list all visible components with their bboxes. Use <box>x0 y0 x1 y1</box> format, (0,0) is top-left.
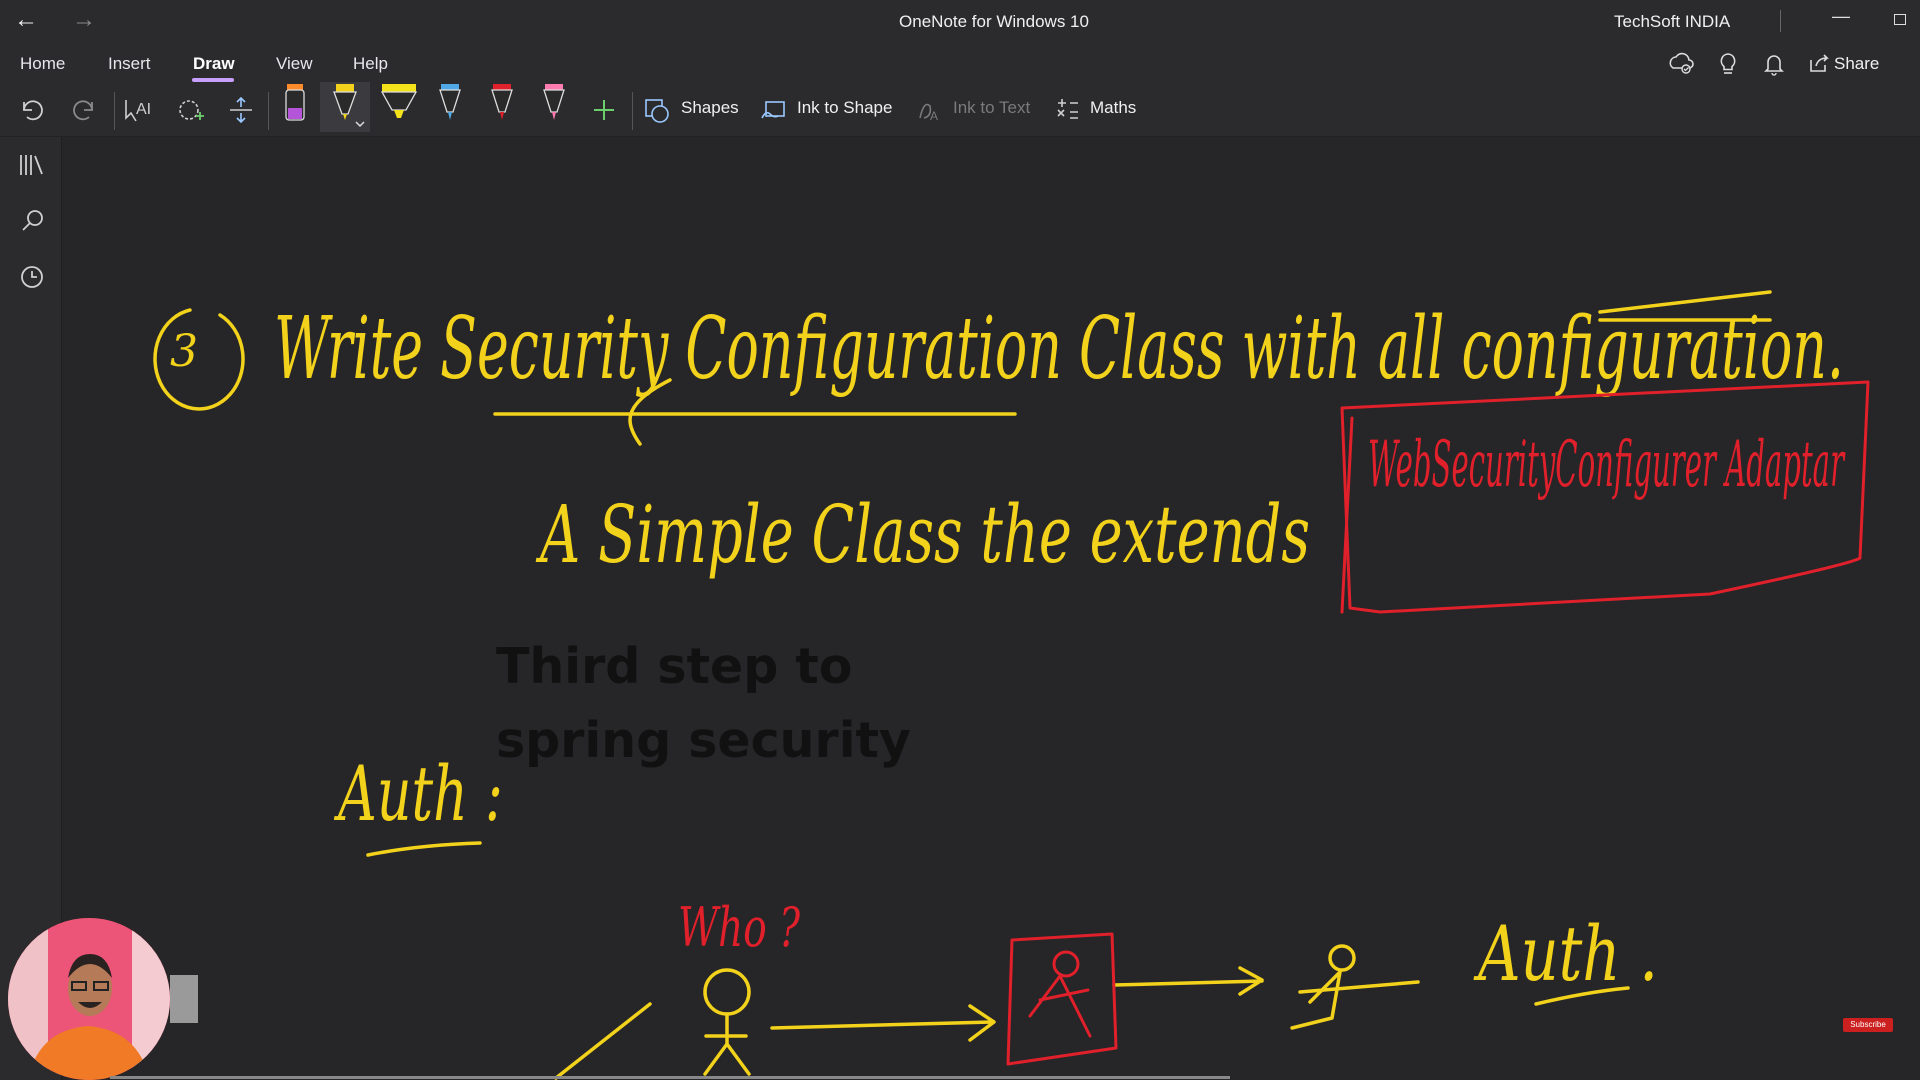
arrow-filter-to-app <box>1112 966 1264 996</box>
filter-figure-head <box>1052 950 1080 978</box>
user-body-ink <box>703 1012 751 1076</box>
second-figure-head <box>1328 944 1356 972</box>
note-title[interactable]: Third step to spring security <box>496 630 1016 778</box>
scroll-track[interactable] <box>110 1076 1230 1079</box>
arrow-into-user <box>554 1002 652 1080</box>
user-head-ink <box>703 968 751 1016</box>
boxed-class-name: WebSecurityConfigurer Adaptar <box>1368 428 1846 502</box>
second-figure-body <box>1290 970 1420 1030</box>
subscribe-badge[interactable]: Subscribe <box>1843 1018 1893 1032</box>
handwriting-auth-right: Auth . <box>1473 909 1658 998</box>
step-number-circle <box>153 308 245 411</box>
handwriting-auth-label: Auth : <box>334 749 503 838</box>
handwritten-ink-layer: 3 Write Security Configuration Class wit… <box>153 290 1870 1080</box>
handwriting-line2: A Simple Class the extends <box>535 488 1310 581</box>
arrow-user-to-filter <box>770 1004 996 1042</box>
auth-underline <box>366 841 482 857</box>
step-number-ink: 3 <box>170 326 198 377</box>
handwriting-line1: Write Security Configuration Class with … <box>274 299 1844 399</box>
handwriting-who: Who ? <box>678 896 801 959</box>
presenter-webcam <box>8 918 170 1080</box>
webcam-side-bar <box>170 975 198 1023</box>
filter-figure-body <box>1028 974 1092 1038</box>
